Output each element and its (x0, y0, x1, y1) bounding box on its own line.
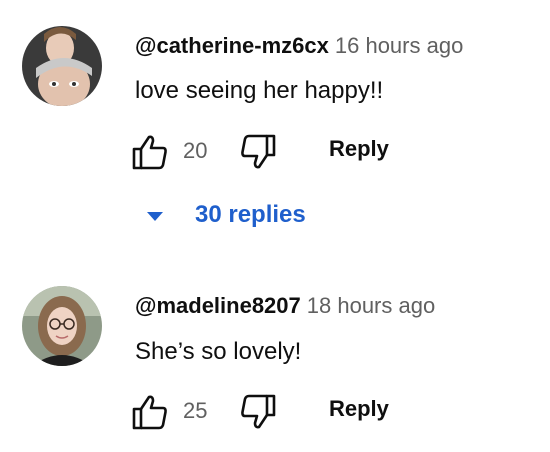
comment-text: love seeing her happy!! (135, 77, 384, 104)
caret-down-icon (147, 212, 163, 221)
comment-header: @madeline8207 18 hours ago (135, 292, 435, 320)
like-count: 25 (183, 398, 208, 423)
like-button[interactable] (130, 392, 170, 432)
comment-timestamp[interactable]: 16 hours ago (335, 33, 463, 58)
comment-text: She’s so lovely! (135, 338, 302, 365)
comment-header: @catherine-mz6cx 16 hours ago (135, 32, 463, 60)
reply-button[interactable]: Reply (329, 136, 389, 162)
comment-author[interactable]: @catherine-mz6cx (135, 33, 329, 58)
replies-count-label: 30 replies (195, 201, 306, 228)
like-button[interactable] (130, 132, 170, 172)
thumbs-down-icon (241, 394, 276, 429)
avatar[interactable] (22, 286, 102, 366)
comment-author[interactable]: @madeline8207 (135, 293, 301, 318)
comment-timestamp[interactable]: 18 hours ago (307, 293, 435, 318)
reply-button[interactable]: Reply (329, 396, 389, 422)
avatar[interactable] (22, 26, 102, 106)
like-count: 20 (183, 138, 208, 163)
thumbs-up-icon (132, 135, 167, 170)
dislike-button[interactable] (238, 132, 278, 172)
dislike-button[interactable] (238, 392, 278, 432)
comment-actions: 25 Reply (130, 392, 430, 432)
thumbs-down-icon (241, 134, 276, 169)
comment-actions: 20 Reply (130, 132, 430, 172)
thumbs-up-icon (132, 395, 167, 430)
